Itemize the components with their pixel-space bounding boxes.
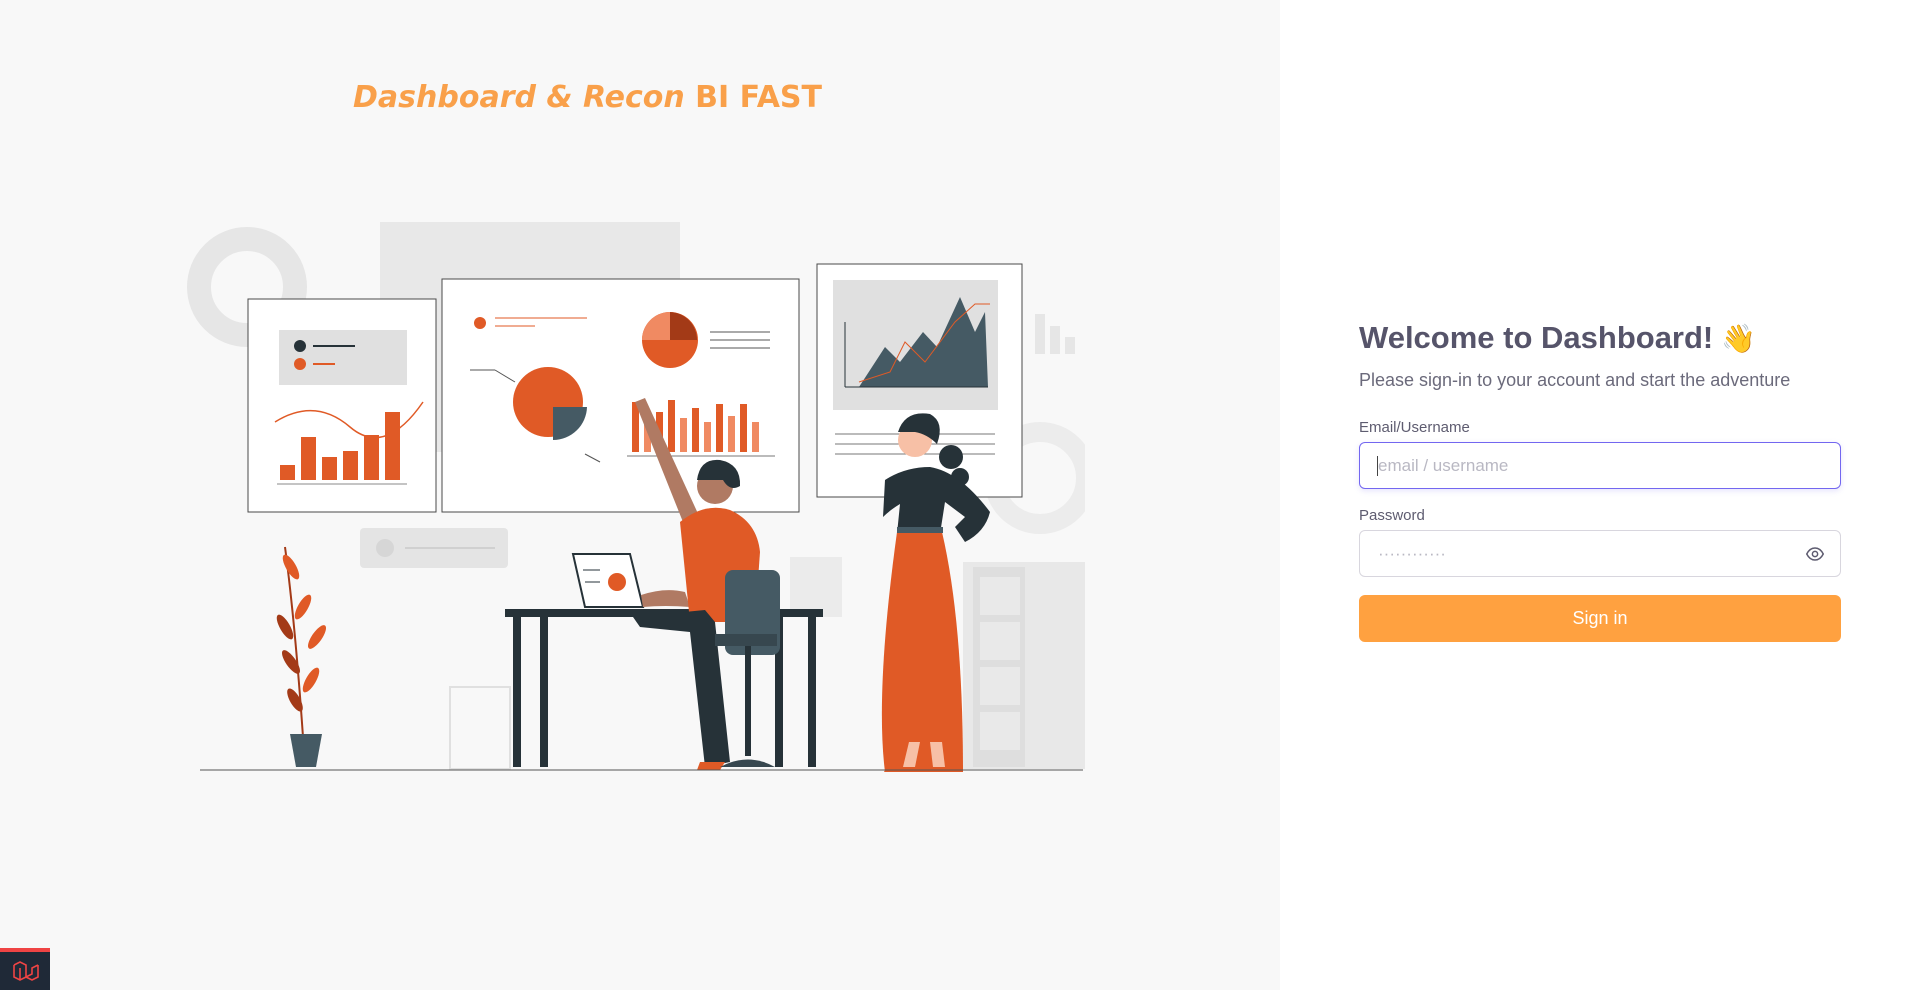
email-label: Email/Username <box>1359 419 1470 436</box>
email-field-wrapper <box>1359 442 1841 489</box>
welcome-subtitle: Please sign-in to your account and start… <box>1359 370 1791 390</box>
debug-badge[interactable] <box>0 948 50 990</box>
password-label: Password <box>1359 507 1425 524</box>
board-left <box>247 298 437 513</box>
password-input[interactable] <box>1360 531 1840 576</box>
plant <box>276 546 327 767</box>
illustration-panel: Dashboard & Recon BI FAST <box>0 0 1280 990</box>
brand-title: Dashboard & Recon BI FAST <box>0 80 1175 115</box>
analytics-team-illustration <box>187 222 1085 772</box>
welcome-heading: Welcome to Dashboard! 👋 <box>1359 320 1841 356</box>
email-input[interactable] <box>1360 443 1840 488</box>
sign-in-button[interactable]: Sign in <box>1359 595 1841 642</box>
laravel-logo-icon <box>13 961 39 981</box>
login-form: Welcome to Dashboard! 👋 Please sign-in to… <box>1359 320 1841 642</box>
eye-icon[interactable] <box>1806 545 1824 563</box>
login-panel: Welcome to Dashboard! 👋 Please sign-in to… <box>1280 0 1919 990</box>
text-cursor <box>1377 456 1378 476</box>
waving-hand-icon: 👋 <box>1721 323 1757 354</box>
brand-title-italic: Dashboard & Recon <box>353 80 685 115</box>
brand-title-rest: BI FAST <box>695 80 822 115</box>
board-center <box>441 278 800 513</box>
board-right <box>816 263 1023 498</box>
welcome-text: Welcome to Dashboard! <box>1359 320 1714 355</box>
password-field-wrapper <box>1359 530 1841 577</box>
